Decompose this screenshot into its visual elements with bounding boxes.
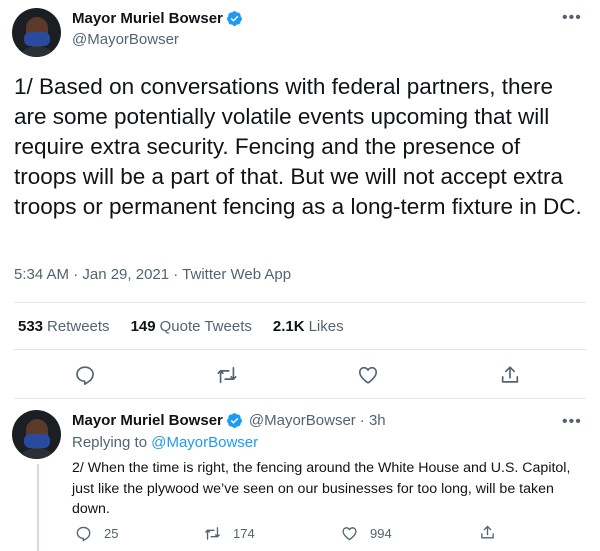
reply-retweets-button[interactable]: 174 <box>204 525 255 542</box>
verified-badge-icon <box>226 10 243 27</box>
reply-avatar[interactable] <box>12 410 61 459</box>
quote-tweets-stat[interactable]: 149 Quote Tweets <box>131 318 252 335</box>
reply-time[interactable]: · 3h <box>360 412 386 429</box>
author-name-row[interactable]: Mayor Muriel Bowser <box>72 10 243 27</box>
reply-share-button[interactable] <box>479 524 508 541</box>
replying-to: Replying to @MayorBowser <box>72 434 258 451</box>
divider <box>14 302 586 303</box>
replies-count: 25 <box>104 526 119 541</box>
author-handle[interactable]: @MayorBowser <box>72 31 179 48</box>
reply-author-handle[interactable]: @MayorBowser <box>249 412 356 429</box>
quotes-label: Quote Tweets <box>159 318 252 335</box>
reply-likes-button[interactable]: 994 <box>341 525 392 542</box>
divider <box>14 398 586 399</box>
thread-line <box>37 464 39 551</box>
quotes-count: 149 <box>130 318 156 335</box>
replying-to-prefix: Replying to <box>72 434 148 451</box>
replying-to-link[interactable]: @MayorBowser <box>151 434 258 451</box>
likes-stat[interactable]: 2.1K Likes <box>273 318 344 335</box>
more-options-icon[interactable]: ••• <box>562 414 582 430</box>
more-options-icon[interactable]: ••• <box>562 10 582 26</box>
like-icon <box>342 527 357 541</box>
reply-replies-button[interactable]: 25 <box>75 525 118 542</box>
retweets-stat[interactable]: 533 Retweets <box>18 318 110 335</box>
verified-badge-icon <box>226 412 243 429</box>
reply-author-row[interactable]: Mayor Muriel Bowser @MayorBowser · 3h <box>72 412 386 429</box>
likes-count: 2.1K <box>272 318 305 335</box>
reply-icon <box>76 526 91 542</box>
likes-label: Likes <box>308 318 344 335</box>
retweets-count: 174 <box>233 526 255 541</box>
retweets-label: Retweets <box>47 318 110 335</box>
share-icon <box>481 525 494 539</box>
reply-tweet-text: 2/ When the time is right, the fencing a… <box>72 460 571 517</box>
retweets-count: 533 <box>18 318 44 335</box>
retweet-icon <box>205 527 220 540</box>
share-icon[interactable] <box>499 364 521 386</box>
author-display-name[interactable]: Mayor Muriel Bowser <box>72 10 223 27</box>
reply-icon[interactable] <box>74 364 96 386</box>
tweet-timestamp[interactable]: 5:34 AM · Jan 29, 2021 · Twitter Web App <box>14 266 291 283</box>
reply-author-display-name[interactable]: Mayor Muriel Bowser <box>72 412 223 429</box>
like-icon[interactable] <box>357 364 379 386</box>
tweet-text: 1/ Based on conversations with federal p… <box>14 74 582 219</box>
likes-count: 994 <box>370 526 392 541</box>
retweet-icon[interactable] <box>216 364 238 386</box>
tweet-stats: 533 Retweets 149 Quote Tweets 2.1K Likes <box>18 318 365 335</box>
avatar[interactable] <box>12 8 61 57</box>
divider <box>14 349 586 350</box>
